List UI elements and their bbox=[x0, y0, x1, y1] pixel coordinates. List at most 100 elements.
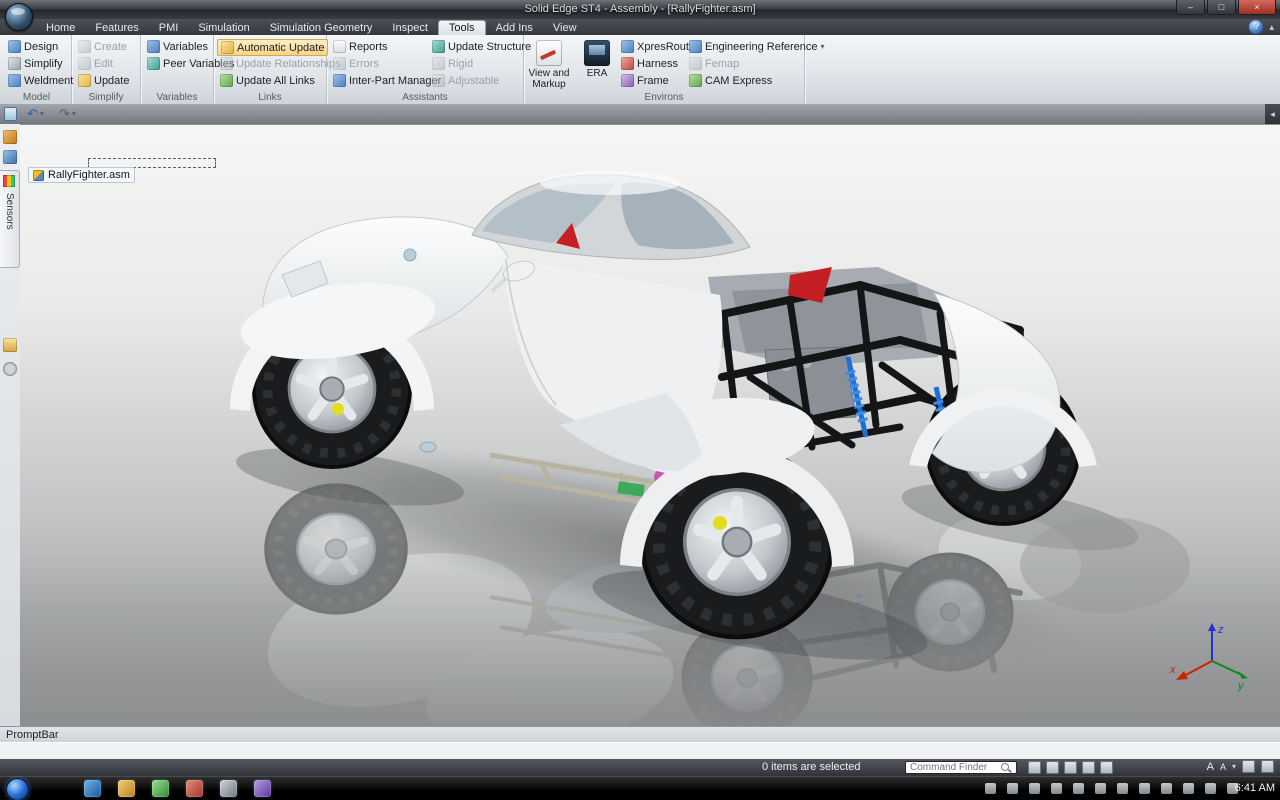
pathfinder-icon[interactable] bbox=[3, 130, 17, 144]
ribbon-group-links: Automatic Update Update Relationships Up… bbox=[214, 35, 327, 104]
application-button[interactable] bbox=[5, 3, 33, 31]
taskbar-app-icon-5[interactable] bbox=[220, 780, 237, 797]
ribbon-tab-row: Home Features PMI Simulation Simulation … bbox=[0, 19, 1280, 35]
ribbon-item-weldment[interactable]: Weldment bbox=[5, 73, 76, 88]
ribbon-item-variables[interactable]: Variables bbox=[144, 39, 211, 54]
ribbon-item-label: View and Markup bbox=[526, 68, 572, 90]
ribbon-item-update[interactable]: Update bbox=[75, 73, 132, 88]
status-options-caret-icon[interactable]: ▾ bbox=[1232, 762, 1236, 771]
assembly-doc-label[interactable]: RallyFighter.asm bbox=[28, 167, 135, 183]
errors-icon bbox=[333, 57, 346, 70]
tray-icon-3[interactable] bbox=[1029, 783, 1040, 794]
taskbar-app-icon-6[interactable] bbox=[254, 780, 271, 797]
3d-viewport[interactable]: RallyFighter.asm z x y bbox=[20, 124, 1280, 727]
settings-gear-icon[interactable] bbox=[3, 362, 17, 376]
tab-home[interactable]: Home bbox=[36, 21, 85, 35]
title-bar[interactable]: Solid Edge ST4 - Assembly - [RallyFighte… bbox=[0, 0, 1280, 20]
windows-taskbar: 6:41 AM bbox=[0, 776, 1280, 800]
tab-tools[interactable]: Tools bbox=[438, 20, 486, 35]
ribbon-item-view-and-markup[interactable]: View and Markup bbox=[526, 38, 572, 98]
resize-grip-icon[interactable] bbox=[1261, 760, 1274, 773]
axis-x-label: x bbox=[1169, 664, 1176, 676]
tab-simulation-geometry[interactable]: Simulation Geometry bbox=[260, 21, 383, 35]
taskbar-app-icon-1[interactable] bbox=[84, 780, 101, 797]
left-tool-strip: Sensors bbox=[0, 124, 21, 726]
tray-icon-2[interactable] bbox=[1007, 783, 1018, 794]
panel-collapse-button[interactable]: ◂ bbox=[1265, 104, 1280, 124]
adjustable-icon bbox=[432, 74, 445, 87]
minimize-icon: – bbox=[1188, 2, 1193, 12]
rotate-view-icon[interactable] bbox=[1100, 761, 1113, 774]
tray-icon-7[interactable] bbox=[1117, 783, 1128, 794]
close-button[interactable]: × bbox=[1238, 0, 1276, 15]
ribbon-item-reports[interactable]: Reports bbox=[330, 39, 391, 54]
redo-button[interactable]: ↷ ▾ bbox=[56, 105, 79, 122]
minimize-button[interactable]: – bbox=[1176, 0, 1205, 15]
tray-icon-5[interactable] bbox=[1073, 783, 1084, 794]
text-size-increase-icon[interactable]: A bbox=[1207, 761, 1214, 773]
command-finder[interactable] bbox=[905, 761, 1017, 774]
text-size-decrease-icon[interactable]: A bbox=[1220, 762, 1226, 772]
ribbon-item-label: Update Relationships bbox=[236, 58, 341, 70]
library-icon[interactable] bbox=[3, 150, 17, 164]
ribbon-collapse-icon[interactable]: ▴ bbox=[1269, 22, 1274, 33]
tray-icon-10[interactable] bbox=[1183, 783, 1194, 794]
taskbar-app-icon-2[interactable] bbox=[118, 780, 135, 797]
taskbar-clock[interactable]: 6:41 AM bbox=[1235, 782, 1275, 794]
tray-icon-1[interactable] bbox=[985, 783, 996, 794]
taskbar-app-icon-4[interactable] bbox=[186, 780, 203, 797]
ribbon-item-label: Harness bbox=[637, 58, 678, 70]
ribbon-item-label: Automatic Update bbox=[237, 42, 324, 54]
tab-features[interactable]: Features bbox=[85, 21, 148, 35]
tray-icon-6[interactable] bbox=[1095, 783, 1106, 794]
ribbon-item-label: Femap bbox=[705, 58, 739, 70]
document-icon[interactable] bbox=[4, 107, 17, 121]
ribbon-item-simplify[interactable]: Simplify bbox=[5, 56, 66, 71]
sensors-tab[interactable]: Sensors bbox=[0, 170, 20, 268]
tab-pmi[interactable]: PMI bbox=[149, 21, 189, 35]
ribbon-item-rigid: Rigid bbox=[429, 56, 476, 71]
ribbon-item-update-structure[interactable]: Update Structure bbox=[429, 39, 534, 54]
ribbon-item-update-all-links[interactable]: Update All Links bbox=[217, 73, 318, 88]
zoom-icon[interactable] bbox=[1046, 761, 1059, 774]
ribbon-item-errors: Errors bbox=[330, 56, 382, 71]
sensors-icon bbox=[3, 175, 15, 187]
tab-inspect[interactable]: Inspect bbox=[382, 21, 437, 35]
ribbon-item-cam-express[interactable]: CAM Express bbox=[686, 73, 775, 88]
orientation-triad: z x y bbox=[1168, 619, 1252, 693]
update-all-links-icon bbox=[220, 74, 233, 87]
reports-icon bbox=[333, 40, 346, 53]
folder-icon[interactable] bbox=[3, 338, 17, 352]
tab-add-ins[interactable]: Add Ins bbox=[486, 21, 543, 35]
ribbon-item-design[interactable]: Design bbox=[5, 39, 61, 54]
ribbon-item-create: Create bbox=[75, 39, 130, 54]
pan-icon[interactable] bbox=[1082, 761, 1095, 774]
tray-icon-8[interactable] bbox=[1139, 783, 1150, 794]
undo-button[interactable]: ↶ ▾ bbox=[24, 105, 47, 122]
tray-icon-11[interactable] bbox=[1205, 783, 1216, 794]
zoom-area-icon[interactable] bbox=[1028, 761, 1041, 774]
maximize-button[interactable]: □ bbox=[1207, 0, 1236, 15]
window-layout-icon[interactable] bbox=[1242, 760, 1255, 773]
ribbon-item-frame[interactable]: Frame bbox=[618, 73, 672, 88]
3d-model-rallyfighter[interactable] bbox=[20, 125, 1280, 727]
prompt-bar: PromptBar bbox=[0, 726, 1280, 743]
tray-icon-9[interactable] bbox=[1161, 783, 1172, 794]
update-icon bbox=[78, 74, 91, 87]
tab-view[interactable]: View bbox=[543, 21, 587, 35]
tray-icon-4[interactable] bbox=[1051, 783, 1062, 794]
ribbon-item-label: Engineering Reference bbox=[705, 41, 818, 53]
ribbon-item-harness[interactable]: Harness bbox=[618, 56, 681, 71]
help-icon[interactable]: ? bbox=[1249, 20, 1263, 34]
ribbon-item-inter-part-manager[interactable]: Inter-Part Manager bbox=[330, 73, 444, 88]
ribbon-item-engineering-reference[interactable]: Engineering Reference▾ bbox=[686, 39, 828, 54]
start-button[interactable] bbox=[6, 778, 29, 800]
ribbon-item-automatic-update[interactable]: Automatic Update bbox=[217, 39, 328, 56]
sensors-tab-label: Sensors bbox=[4, 193, 15, 230]
tab-simulation[interactable]: Simulation bbox=[188, 21, 259, 35]
update-relationships-icon bbox=[220, 57, 233, 70]
ribbon-item-label: Weldment bbox=[24, 75, 73, 87]
taskbar-app-icon-3[interactable] bbox=[152, 780, 169, 797]
ribbon-item-era[interactable]: ERA bbox=[574, 38, 620, 98]
fit-view-icon[interactable] bbox=[1064, 761, 1077, 774]
